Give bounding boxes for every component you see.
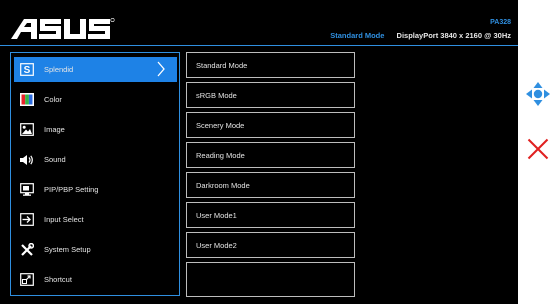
shortcut-icon bbox=[20, 273, 34, 287]
header-divider bbox=[0, 45, 518, 46]
menu-item-label: Color bbox=[44, 95, 62, 104]
menu-item-sound[interactable]: Sound bbox=[14, 147, 177, 172]
submenu-item-standard-mode[interactable]: Standard Mode bbox=[186, 52, 355, 78]
current-mode: Standard Mode bbox=[330, 31, 385, 40]
svg-text:S: S bbox=[24, 65, 31, 76]
submenu-item-reading-mode[interactable]: Reading Mode bbox=[186, 142, 355, 168]
submenu-item-srgb-mode[interactable]: sRGB Mode bbox=[186, 82, 355, 108]
image-icon bbox=[20, 123, 34, 137]
menu-item-label: Shortcut bbox=[44, 275, 72, 284]
pip-icon bbox=[20, 183, 34, 197]
menu-item-color[interactable]: Color bbox=[14, 87, 177, 112]
menu-item-label: Sound bbox=[44, 155, 66, 164]
menu-item-label: Input Select bbox=[44, 215, 84, 224]
menu-item-label: Image bbox=[44, 125, 65, 134]
asus-logo bbox=[11, 17, 115, 44]
osd-panel: PA328 Standard Mode DisplayPort 3840 x 2… bbox=[0, 0, 518, 304]
menu-item-label: PIP/PBP Setting bbox=[44, 185, 99, 194]
submenu-item-scenery-mode[interactable]: Scenery Mode bbox=[186, 112, 355, 138]
status-line: Standard Mode DisplayPort 3840 x 2160 @ … bbox=[330, 31, 511, 40]
splendid-submenu: Standard Mode sRGB Mode Scenery Mode Rea… bbox=[186, 52, 355, 297]
menu-item-pip-pbp[interactable]: PIP/PBP Setting bbox=[14, 177, 177, 202]
chevron-right-icon bbox=[157, 61, 165, 79]
submenu-item-user-mode1[interactable]: User Mode1 bbox=[186, 202, 355, 228]
menu-item-input-select[interactable]: Input Select bbox=[14, 207, 177, 232]
close-icon[interactable] bbox=[527, 138, 549, 165]
model-name: PA328 bbox=[490, 19, 511, 26]
splendid-icon: S bbox=[20, 63, 34, 77]
tools-icon bbox=[20, 242, 34, 257]
speaker-icon bbox=[20, 153, 34, 167]
menu-item-label: System Setup bbox=[44, 245, 91, 254]
menu-item-splendid[interactable]: S Splendid bbox=[14, 57, 177, 82]
menu-item-label: Splendid bbox=[44, 65, 74, 74]
input-info: DisplayPort 3840 x 2160 @ 30Hz bbox=[396, 31, 511, 40]
navigation-joystick-icon[interactable] bbox=[526, 82, 550, 111]
main-menu: S Splendid Color Image Sound PIP/PBP Set… bbox=[10, 52, 180, 296]
color-icon bbox=[20, 93, 34, 107]
submenu-item-empty bbox=[186, 262, 355, 297]
submenu-item-user-mode2[interactable]: User Mode2 bbox=[186, 232, 355, 258]
input-select-icon bbox=[20, 213, 34, 227]
submenu-item-darkroom-mode[interactable]: Darkroom Mode bbox=[186, 172, 355, 198]
menu-item-image[interactable]: Image bbox=[14, 117, 177, 142]
menu-item-system-setup[interactable]: System Setup bbox=[14, 237, 177, 262]
menu-item-shortcut[interactable]: Shortcut bbox=[14, 267, 177, 292]
